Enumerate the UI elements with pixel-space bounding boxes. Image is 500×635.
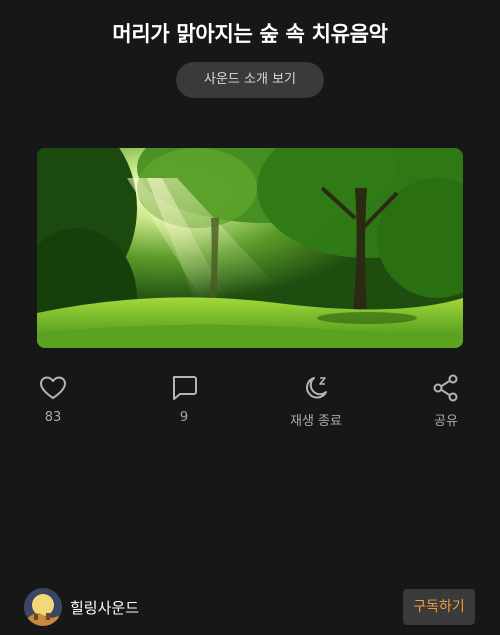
comment-action[interactable]: 9 — [144, 373, 224, 425]
channel-info[interactable]: 힐링사운드 — [24, 588, 139, 626]
subscribe-button[interactable]: 구독하기 — [403, 589, 475, 625]
like-action[interactable]: 83 — [13, 373, 93, 425]
sleep-timer-label: 재생 종료 — [290, 414, 342, 429]
channel-avatar[interactable] — [24, 588, 62, 626]
share-label: 공유 — [434, 414, 458, 429]
comment-icon — [169, 373, 199, 403]
hero-forest-image — [37, 148, 463, 348]
heart-icon — [38, 373, 68, 403]
share-action[interactable]: 공유 — [406, 373, 486, 429]
share-icon — [431, 373, 461, 403]
like-count: 83 — [44, 410, 62, 425]
page-title: 머리가 맑아지는 숲 속 치유음악 — [112, 22, 388, 46]
sleep-timer-action[interactable]: 재생 종료 — [276, 373, 356, 429]
sound-intro-button[interactable]: 사운드 소개 보기 — [176, 62, 324, 98]
comment-count: 9 — [179, 410, 189, 425]
sound-detail-screen: 머리가 맑아지는 숲 속 치유음악 사운드 소개 보기 83 9 재생 종료 공… — [0, 0, 500, 635]
moon-sleep-icon — [301, 373, 331, 403]
channel-name: 힐링사운드 — [70, 598, 140, 617]
